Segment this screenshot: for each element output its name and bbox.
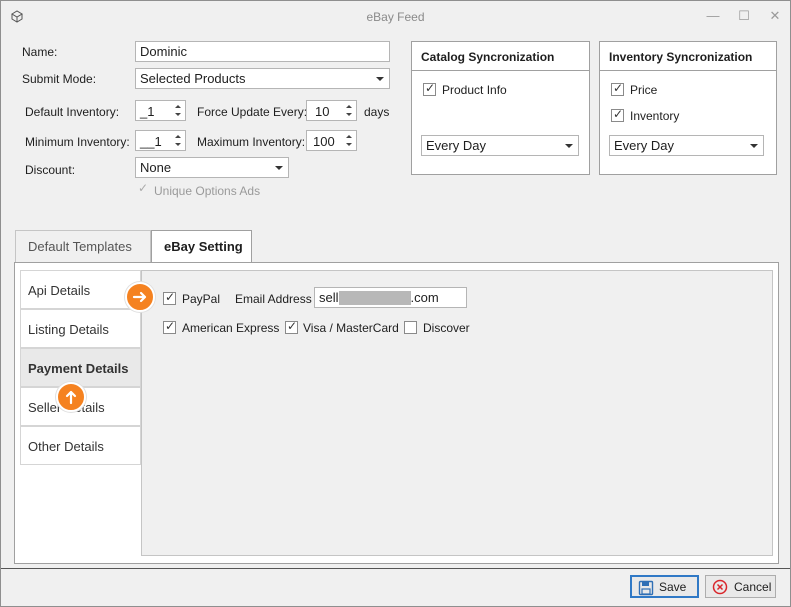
title-bar: eBay Feed — ☐ ✕ (1, 1, 790, 33)
cancel-icon (712, 579, 728, 595)
catalog-sync-group: Catalog Syncronization ✓ Product Info Ev… (411, 41, 590, 175)
force-update-value: 10 (315, 104, 330, 119)
tab-default-templates[interactable]: Default Templates (15, 230, 151, 263)
paypal-checkbox[interactable]: ✓ (163, 290, 176, 305)
visa-mastercard-label: Visa / MasterCard (303, 321, 399, 335)
name-input[interactable]: Dominic (135, 41, 390, 62)
save-button[interactable]: Save (630, 575, 699, 598)
hint-arrow-right (125, 282, 155, 312)
arrow-right-icon (132, 291, 147, 303)
catalog-sync-title: Catalog Syncronization (412, 42, 589, 71)
checkmark-icon: ✓ (138, 181, 149, 195)
cancel-label: Cancel (734, 580, 772, 594)
tab-ebay-setting[interactable]: eBay Setting (151, 230, 252, 263)
force-update-stepper[interactable]: 10 (306, 100, 357, 121)
discount-select[interactable]: None (135, 157, 289, 178)
cancel-button[interactable]: Cancel (705, 575, 776, 598)
minimum-inventory-label: Minimum Inventory: (25, 135, 130, 149)
nav-item-listing-details[interactable]: Listing Details (20, 309, 141, 348)
chevron-down-icon (376, 77, 384, 81)
spin-up-icon[interactable] (175, 105, 181, 108)
minimum-inventory-stepper[interactable]: __1 (135, 130, 186, 151)
hint-arrow-up (56, 382, 86, 412)
checkmark-icon: ✓ (165, 319, 176, 333)
unique-options-checkbox[interactable]: ✓ (137, 181, 150, 197)
discover-label: Discover (423, 321, 470, 335)
unique-options-label: Unique Options Ads (154, 184, 261, 198)
force-update-label: Force Update Every: (197, 105, 308, 119)
redacted-block (338, 290, 411, 305)
email-prefix: sell (319, 290, 339, 305)
amex-checkbox[interactable]: ✓ (163, 319, 176, 334)
email-input[interactable]: sell .com (314, 287, 467, 308)
checkmark-icon: ✓ (613, 107, 624, 121)
checkmark-icon: ✓ (287, 319, 298, 333)
price-checkbox[interactable]: ✓ (611, 81, 624, 96)
email-label: Email Address (235, 292, 312, 306)
product-info-checkbox[interactable]: ✓ (423, 81, 436, 96)
save-icon (638, 580, 654, 596)
default-inventory-stepper[interactable]: _1 (135, 100, 186, 121)
catalog-frequency-value: Every Day (426, 138, 486, 153)
submit-mode-select[interactable]: Selected Products (135, 68, 390, 89)
nav-item-api-details[interactable]: Api Details (20, 270, 141, 309)
maximum-inventory-label: Maximum Inventory: (197, 135, 306, 149)
inventory-frequency-value: Every Day (614, 138, 674, 153)
inventory-frequency-select[interactable]: Every Day (609, 135, 764, 156)
save-label: Save (659, 580, 687, 594)
maximize-icon[interactable]: ☐ (731, 5, 757, 27)
email-suffix: .com (410, 290, 439, 305)
paypal-label: PayPal (182, 292, 221, 306)
product-info-label: Product Info (442, 83, 507, 97)
inventory-sync-group: Inventory Syncronization ✓ Price ✓ Inven… (599, 41, 777, 175)
discover-checkbox[interactable] (404, 321, 417, 334)
spin-down-icon[interactable] (346, 113, 352, 116)
amex-label: American Express (182, 321, 280, 335)
name-label: Name: (22, 45, 58, 59)
checkmark-icon: ✓ (613, 81, 624, 95)
discount-label: Discount: (25, 163, 76, 177)
ebay-feed-window: eBay Feed — ☐ ✕ Name: Dominic Submit Mod… (0, 0, 791, 607)
maximum-inventory-stepper[interactable]: 100 (306, 130, 357, 151)
payment-details-panel: ✓ PayPal Email Address sell .com ✓ Americ… (141, 270, 773, 556)
spin-down-icon[interactable] (175, 143, 181, 146)
price-label: Price (630, 83, 658, 97)
submit-mode-value: Selected Products (140, 71, 246, 86)
inventory-label: Inventory (630, 109, 680, 123)
days-label: days (364, 105, 390, 119)
close-icon[interactable]: ✕ (762, 5, 788, 27)
spin-down-icon[interactable] (175, 113, 181, 116)
submit-mode-label: Submit Mode: (22, 72, 97, 86)
chevron-down-icon (275, 166, 283, 170)
window-title: eBay Feed (366, 10, 425, 24)
nav-item-other-details[interactable]: Other Details (20, 426, 141, 465)
discount-value: None (140, 160, 172, 175)
chevron-down-icon (565, 144, 573, 148)
minimize-icon[interactable]: — (700, 5, 726, 27)
spin-down-icon[interactable] (346, 143, 352, 146)
checkmark-icon: ✓ (165, 290, 176, 304)
spin-up-icon[interactable] (175, 135, 181, 138)
maximum-inventory-value: 100 (313, 134, 335, 149)
catalog-frequency-select[interactable]: Every Day (421, 135, 579, 156)
visa-mastercard-checkbox[interactable]: ✓ (285, 319, 298, 334)
checkmark-icon: ✓ (425, 81, 436, 95)
arrow-up-icon (65, 390, 77, 405)
nav-item-payment-details[interactable]: Payment Details (20, 348, 141, 387)
inventory-sync-title: Inventory Syncronization (600, 42, 776, 71)
default-inventory-label: Default Inventory: (25, 105, 120, 119)
chevron-down-icon (750, 144, 758, 148)
spin-up-icon[interactable] (346, 105, 352, 108)
minimum-inventory-value: __1 (140, 134, 162, 149)
inventory-checkbox[interactable]: ✓ (611, 107, 624, 122)
spin-up-icon[interactable] (346, 135, 352, 138)
default-inventory-value: _1 (140, 104, 155, 119)
